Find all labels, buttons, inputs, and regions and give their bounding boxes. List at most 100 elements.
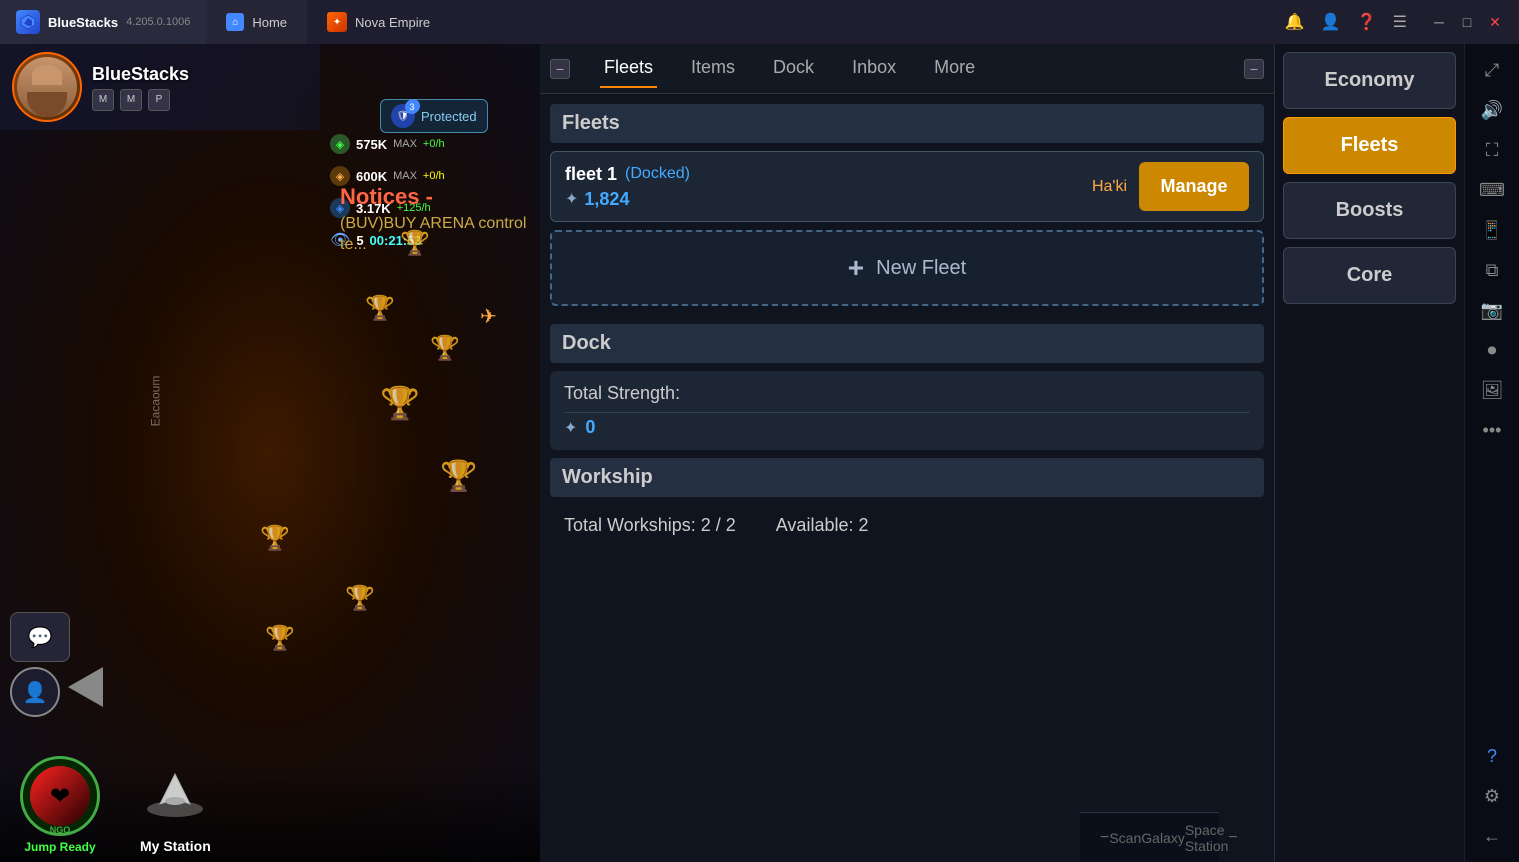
fleet-card-1: fleet 1 (Docked) ✦ 1,824 Ha'ki Manage [550,151,1264,222]
tab-items-label: Items [691,57,735,77]
account-icon[interactable]: 👤 [1321,12,1341,32]
settings-icon[interactable]: ⚙ [1474,778,1510,814]
station-ship-icon [140,764,210,834]
tab-inbox-label: Inbox [852,57,896,77]
resource-green-icon: ◈ [330,134,350,154]
jump-ready-label: Jump Ready [24,840,95,854]
app-tab[interactable]: BlueStacks 4.205.0.1006 [0,0,206,44]
map-trophy-8: 🏆 [265,624,295,653]
help-icon[interactable]: ❓ [1357,12,1377,32]
player-icons: M M P [92,89,189,111]
home-tab[interactable]: ⌂ Home [206,0,307,44]
profile-button[interactable]: 👤 [10,667,60,717]
fleet-1-info: fleet 1 (Docked) ✦ 1,824 [565,164,1092,210]
record-icon[interactable]: ⏺ [1474,332,1510,368]
tab-dock[interactable]: Dock [769,49,818,88]
economy-button[interactable]: Economy [1283,52,1456,109]
player-details: BlueStacks M M P [92,64,189,111]
tab-fleets[interactable]: Fleets [600,49,657,88]
chat-icon: 💬 [28,625,53,650]
chat-button[interactable]: 💬 [10,612,70,662]
bottom-scan[interactable]: Scan [1109,830,1141,846]
tab-inbox[interactable]: Inbox [848,49,900,88]
game-panel: − Fleets Items Dock Inbox More − Fleets [540,44,1274,862]
plus-icon: + [848,252,864,284]
map-trophy-6: 🏆 [260,524,290,553]
panel-minimize-left[interactable]: − [550,59,570,79]
core-button[interactable]: Core [1283,247,1456,304]
fullscreen-icon[interactable]: ⛶ [1474,132,1510,168]
panel-minimize-right[interactable]: − [1244,59,1264,79]
notices-title: Notices - [340,184,433,210]
core-label: Core [1347,264,1393,286]
bottom-minimize-left[interactable]: − [1100,829,1109,847]
map-trophy-7: 🏆 [345,584,375,613]
protected-badge: 🛡 3 Protected [380,99,488,133]
fleets-section: Fleets fleet 1 (Docked) ✦ 1,824 Ha'ki Ma… [540,94,1274,324]
minimize-button[interactable]: ─ [1431,14,1447,30]
camera-icon[interactable]: 📷 [1474,292,1510,328]
map-label-eacaoum: Eacaoum [148,376,162,427]
dock-strength-row: ✦ 0 [564,417,1250,438]
fleets-sidebar-button[interactable]: Fleets [1283,117,1456,174]
back-icon[interactable]: ← [1474,818,1510,854]
fleet-1-strength: ✦ 1,824 [565,189,1092,210]
tab-more[interactable]: More [930,49,979,88]
my-station-button[interactable]: My Station [140,764,211,854]
expand-icon[interactable]: ⤢ [1474,52,1510,88]
keyboard-icon[interactable]: ⌨ [1474,172,1510,208]
gallery-icon[interactable]: 🖼 [1474,372,1510,408]
volume-icon[interactable]: 🔊 [1474,92,1510,128]
main-content: BlueStacks M M P ◈ 575K MAX +0/h ◈ 600K … [0,44,1519,862]
restore-button[interactable]: □ [1459,14,1475,30]
tab-fleets-label: Fleets [604,57,653,77]
ngo-label: NGO [50,825,71,835]
back-arrow-button[interactable] [68,667,103,707]
phone-icon[interactable]: 📱 [1474,212,1510,248]
game-tab[interactable]: ✦ Nova Empire [307,0,450,44]
player-name: BlueStacks [92,64,189,85]
help-tool-icon[interactable]: ? [1474,738,1510,774]
boosts-button[interactable]: Boosts [1283,182,1456,239]
resource-orange-rate: +0/h [423,170,445,182]
titlebar-controls: 🔔 👤 ❓ ☰ ─ □ ✕ [1285,12,1519,32]
fleet-1-strength-value: 1,824 [584,189,629,210]
layers-icon[interactable]: ⧉ [1474,252,1510,288]
bottom-minimize-right[interactable]: − [1228,829,1237,847]
new-fleet-button[interactable]: + New Fleet [550,230,1264,306]
fleets-sidebar-label: Fleets [1341,134,1399,156]
shield-icon: 🛡 3 [391,104,415,128]
more-tools-icon[interactable]: ••• [1474,412,1510,448]
close-button[interactable]: ✕ [1487,14,1503,30]
resource-green-max: MAX [393,138,417,150]
window-controls: ─ □ ✕ [1431,14,1503,30]
title-bar: BlueStacks 4.205.0.1006 ⌂ Home ✦ Nova Em… [0,0,1519,44]
right-sidebar: Economy Fleets Boosts Core [1274,44,1464,862]
dock-total-strength-label: Total Strength: [564,383,1250,404]
jump-ready-button[interactable]: ❤ NGO Jump Ready [20,756,100,854]
dock-title: Dock [562,332,611,355]
tab-dock-label: Dock [773,57,814,77]
my-station-label: My Station [140,838,211,854]
profile-icon: 👤 [23,680,48,705]
tab-more-label: More [934,57,975,77]
fleets-title: Fleets [562,112,620,135]
bottom-galaxy[interactable]: Galaxy [1141,830,1185,846]
workship-total: Total Workships: 2 / 2 [564,515,736,536]
notification-icon[interactable]: 🔔 [1285,12,1305,32]
resource-green-value: 575K [356,137,387,152]
home-icon: ⌂ [226,13,244,31]
tab-items[interactable]: Items [687,49,739,88]
ngo-inner-icon: ❤ [30,766,90,826]
resource-orange-icon: ◈ [330,166,350,186]
icon-p: P [148,89,170,111]
boosts-label: Boosts [1336,199,1404,221]
bottom-space-station[interactable]: Space Station [1185,822,1229,854]
menu-icon[interactable]: ☰ [1393,12,1407,32]
ngo-icon: ❤ NGO [20,756,100,836]
game-tab-label: Nova Empire [355,15,430,30]
new-fleet-label: New Fleet [876,257,966,280]
economy-label: Economy [1324,69,1414,91]
avatar[interactable] [12,52,82,122]
manage-button[interactable]: Manage [1139,162,1249,211]
